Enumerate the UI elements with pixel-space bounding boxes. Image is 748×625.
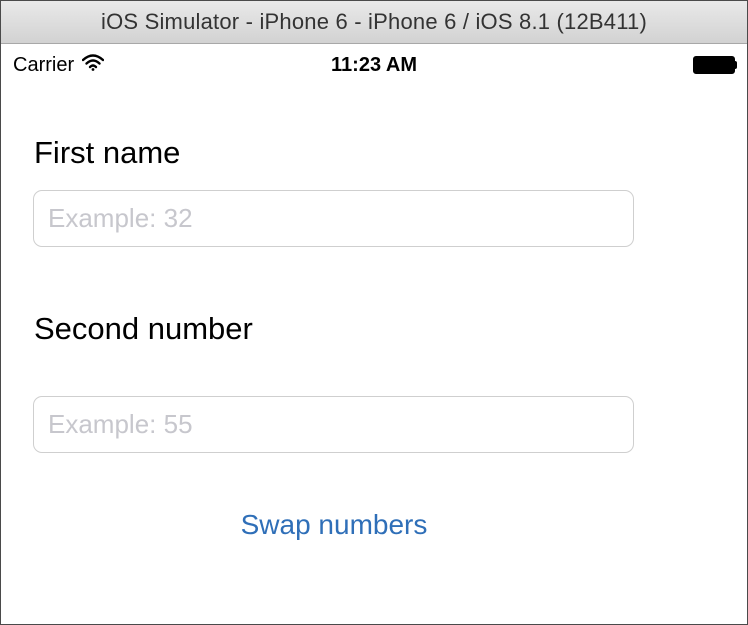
window-title: iOS Simulator - iPhone 6 - iPhone 6 / iO…	[1, 1, 747, 44]
simulator-window: iOS Simulator - iPhone 6 - iPhone 6 / iO…	[0, 0, 748, 625]
battery-icon	[693, 56, 737, 74]
status-time: 11:23 AM	[331, 54, 417, 76]
status-bar: Carrier 11:23 AM	[1, 44, 747, 88]
swap-numbers-button[interactable]: Swap numbers	[1, 509, 667, 541]
second-number-field[interactable]	[33, 396, 634, 453]
first-number-field[interactable]	[33, 190, 634, 247]
first-name-label: First name	[34, 135, 181, 170]
second-number-label: Second number	[34, 311, 253, 346]
